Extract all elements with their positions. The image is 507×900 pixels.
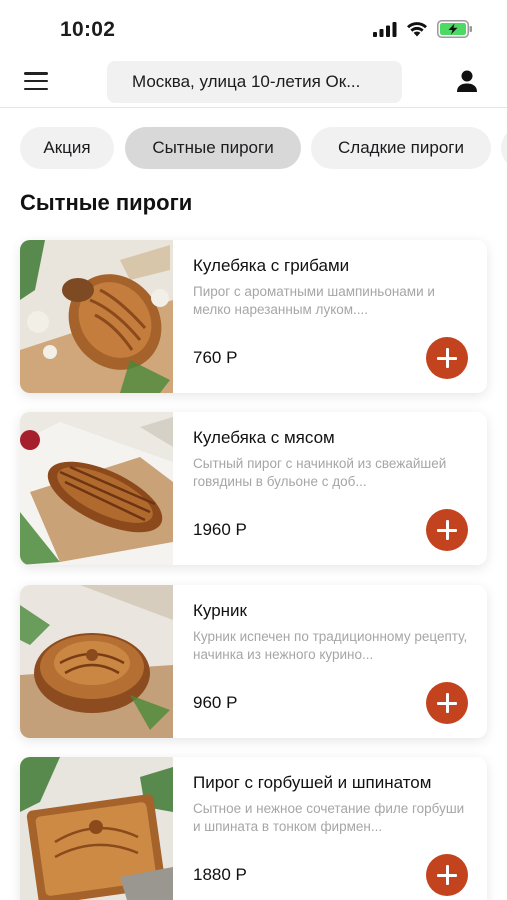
product-card[interactable]: Кулебяка с мясом Сытный пирог с начинкой… bbox=[20, 412, 487, 565]
product-title: Кулебяка с мясом bbox=[193, 428, 335, 447]
product-image-kulebyaka-myaso bbox=[20, 412, 173, 565]
category-tabs: Акция Сытные пироги Сладкие пироги bbox=[0, 127, 507, 171]
product-image-kurnik bbox=[20, 585, 173, 738]
battery-charging-icon bbox=[437, 20, 472, 38]
product-price: 760 Р bbox=[193, 348, 238, 367]
add-to-cart-button[interactable] bbox=[426, 509, 468, 551]
product-price: 1960 Р bbox=[193, 520, 247, 539]
product-description: Сытный пирог с начинкой из свежайшей гов… bbox=[193, 456, 447, 489]
product-title: Кулебяка с грибами bbox=[193, 256, 350, 275]
profile-icon[interactable] bbox=[454, 68, 480, 94]
tab-sladkie-pirogi[interactable]: Сладкие пироги bbox=[311, 127, 491, 169]
app-header: Москва, улица 10-летия Ок... bbox=[0, 56, 507, 108]
status-bar: 10:02 bbox=[0, 0, 507, 56]
product-card[interactable]: Курник Курник испечен по традиционному р… bbox=[20, 585, 487, 738]
product-image-pirog-gorbusha-shpinat bbox=[20, 757, 173, 900]
product-image-kulebyaka-griby bbox=[20, 240, 173, 393]
product-price: 960 Р bbox=[193, 693, 238, 712]
product-price: 1880 Р bbox=[193, 865, 247, 884]
status-time: 10:02 bbox=[60, 18, 116, 41]
add-to-cart-button[interactable] bbox=[426, 682, 468, 724]
product-card[interactable]: Кулебяка с грибами Пирог с ароматными ша… bbox=[20, 240, 487, 393]
product-title: Пирог с горбушей и шпинатом bbox=[193, 773, 432, 792]
product-description: Пирог с ароматными шампиньонами и мелко … bbox=[193, 284, 435, 317]
status-icons bbox=[373, 20, 473, 38]
signal-icon bbox=[373, 22, 397, 37]
product-title: Курник bbox=[193, 601, 247, 620]
menu-icon[interactable] bbox=[22, 69, 50, 93]
tab-sytnye-pirogi[interactable]: Сытные пироги bbox=[125, 127, 301, 169]
product-description: Курник испечен по традиционному рецепту,… bbox=[193, 629, 468, 662]
address-selector[interactable]: Москва, улица 10-летия Ок... bbox=[107, 61, 402, 103]
tab-next-partial[interactable] bbox=[501, 127, 507, 169]
add-to-cart-button[interactable] bbox=[426, 854, 468, 896]
wifi-icon bbox=[407, 22, 427, 37]
add-to-cart-button[interactable] bbox=[426, 337, 468, 379]
tab-aktsiya[interactable]: Акция bbox=[20, 127, 114, 169]
section-title: Сытные пироги bbox=[20, 190, 193, 215]
product-card[interactable]: Пирог с горбушей и шпинатом Сытное и неж… bbox=[20, 757, 487, 900]
product-description: Сытное и нежное сочетание филе горбуши и… bbox=[193, 801, 465, 834]
